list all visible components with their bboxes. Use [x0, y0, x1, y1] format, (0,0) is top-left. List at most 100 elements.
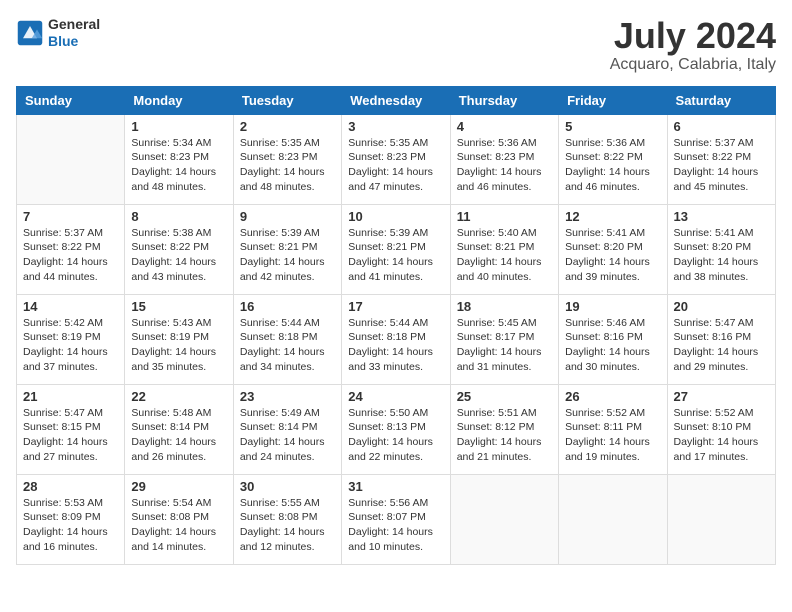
- day-info: Sunrise: 5:39 AM Sunset: 8:21 PM Dayligh…: [240, 226, 335, 285]
- month-title: July 2024: [610, 16, 776, 56]
- calendar-cell: 18 Sunrise: 5:45 AM Sunset: 8:17 PM Dayli…: [450, 294, 558, 384]
- logo-line1: General: [48, 16, 100, 33]
- day-number: 27: [674, 389, 769, 404]
- week-row-4: 21Sunrise: 5:47 AM Sunset: 8:15 PM Dayli…: [17, 384, 776, 474]
- location-title: Acquaro, Calabria, Italy: [610, 56, 776, 74]
- calendar-cell: 29 Sunrise: 5:54 AM Sunset: 8:08 PM Dayli…: [125, 474, 233, 564]
- day-info: Sunrise: 5:36 AM Sunset: 8:23 PM Dayligh…: [457, 136, 552, 195]
- day-number: 13: [674, 209, 769, 224]
- header-friday: Friday: [559, 86, 667, 114]
- day-number: 4: [457, 119, 552, 134]
- logo-line2: Blue: [48, 33, 100, 50]
- calendar-cell: 7Sunrise: 5:37 AM Sunset: 8:22 PM Daylig…: [17, 204, 125, 294]
- day-number: 29: [131, 479, 226, 494]
- week-row-2: 7Sunrise: 5:37 AM Sunset: 8:22 PM Daylig…: [17, 204, 776, 294]
- header-tuesday: Tuesday: [233, 86, 341, 114]
- calendar-cell: 27Sunrise: 5:52 AM Sunset: 8:10 PM Dayli…: [667, 384, 775, 474]
- calendar-cell: 9 Sunrise: 5:39 AM Sunset: 8:21 PM Daylig…: [233, 204, 341, 294]
- day-number: 19: [565, 299, 660, 314]
- day-number: 23: [240, 389, 335, 404]
- calendar-cell: [667, 474, 775, 564]
- day-number: 15: [131, 299, 226, 314]
- calendar-cell: 31 Sunrise: 5:56 AM Sunset: 8:07 PM Dayli…: [342, 474, 450, 564]
- calendar-cell: 3 Sunrise: 5:35 AM Sunset: 8:23 PM Daylig…: [342, 114, 450, 204]
- day-info: Sunrise: 5:51 AM Sunset: 8:12 PM Dayligh…: [457, 406, 552, 465]
- header-monday: Monday: [125, 86, 233, 114]
- day-number: 5: [565, 119, 660, 134]
- calendar-cell: 4 Sunrise: 5:36 AM Sunset: 8:23 PM Daylig…: [450, 114, 558, 204]
- day-number: 14: [23, 299, 118, 314]
- day-number: 6: [674, 119, 769, 134]
- day-number: 26: [565, 389, 660, 404]
- calendar-cell: 11 Sunrise: 5:40 AM Sunset: 8:21 PM Dayli…: [450, 204, 558, 294]
- day-info: Sunrise: 5:50 AM Sunset: 8:13 PM Dayligh…: [348, 406, 443, 465]
- calendar-cell: 2 Sunrise: 5:35 AM Sunset: 8:23 PM Daylig…: [233, 114, 341, 204]
- calendar-cell: 14 Sunrise: 5:42 AM Sunset: 8:19 PM Dayli…: [17, 294, 125, 384]
- day-number: 28: [23, 479, 118, 494]
- day-info: Sunrise: 5:43 AM Sunset: 8:19 PM Dayligh…: [131, 316, 226, 375]
- day-info: Sunrise: 5:36 AM Sunset: 8:22 PM Dayligh…: [565, 136, 660, 195]
- day-info: Sunrise: 5:56 AM Sunset: 8:07 PM Dayligh…: [348, 496, 443, 555]
- calendar-cell: 5 Sunrise: 5:36 AM Sunset: 8:22 PM Daylig…: [559, 114, 667, 204]
- day-number: 8: [131, 209, 226, 224]
- day-number: 12: [565, 209, 660, 224]
- week-row-3: 14 Sunrise: 5:42 AM Sunset: 8:19 PM Dayli…: [17, 294, 776, 384]
- day-info: Sunrise: 5:41 AM Sunset: 8:20 PM Dayligh…: [674, 226, 769, 285]
- week-row-1: 1Sunrise: 5:34 AM Sunset: 8:23 PM Daylig…: [17, 114, 776, 204]
- day-info: Sunrise: 5:39 AM Sunset: 8:21 PM Dayligh…: [348, 226, 443, 285]
- day-info: Sunrise: 5:35 AM Sunset: 8:23 PM Dayligh…: [348, 136, 443, 195]
- day-info: Sunrise: 5:35 AM Sunset: 8:23 PM Dayligh…: [240, 136, 335, 195]
- day-info: Sunrise: 5:49 AM Sunset: 8:14 PM Dayligh…: [240, 406, 335, 465]
- calendar-cell: 21Sunrise: 5:47 AM Sunset: 8:15 PM Dayli…: [17, 384, 125, 474]
- week-row-5: 28Sunrise: 5:53 AM Sunset: 8:09 PM Dayli…: [17, 474, 776, 564]
- day-info: Sunrise: 5:42 AM Sunset: 8:19 PM Dayligh…: [23, 316, 118, 375]
- day-info: Sunrise: 5:44 AM Sunset: 8:18 PM Dayligh…: [348, 316, 443, 375]
- calendar-cell: 13 Sunrise: 5:41 AM Sunset: 8:20 PM Dayli…: [667, 204, 775, 294]
- day-info: Sunrise: 5:45 AM Sunset: 8:17 PM Dayligh…: [457, 316, 552, 375]
- day-number: 2: [240, 119, 335, 134]
- day-info: Sunrise: 5:54 AM Sunset: 8:08 PM Dayligh…: [131, 496, 226, 555]
- title-area: July 2024 Acquaro, Calabria, Italy: [610, 16, 776, 74]
- day-number: 10: [348, 209, 443, 224]
- header-sunday: Sunday: [17, 86, 125, 114]
- day-info: Sunrise: 5:47 AM Sunset: 8:16 PM Dayligh…: [674, 316, 769, 375]
- logo-text: General Blue: [48, 16, 100, 50]
- day-number: 31: [348, 479, 443, 494]
- calendar-cell: 22Sunrise: 5:48 AM Sunset: 8:14 PM Dayli…: [125, 384, 233, 474]
- calendar-cell: 23 Sunrise: 5:49 AM Sunset: 8:14 PM Dayli…: [233, 384, 341, 474]
- calendar-cell: 12Sunrise: 5:41 AM Sunset: 8:20 PM Dayli…: [559, 204, 667, 294]
- day-info: Sunrise: 5:40 AM Sunset: 8:21 PM Dayligh…: [457, 226, 552, 285]
- calendar-header-row: SundayMondayTuesdayWednesdayThursdayFrid…: [17, 86, 776, 114]
- day-info: Sunrise: 5:48 AM Sunset: 8:14 PM Dayligh…: [131, 406, 226, 465]
- day-info: Sunrise: 5:46 AM Sunset: 8:16 PM Dayligh…: [565, 316, 660, 375]
- calendar-cell: [17, 114, 125, 204]
- header-thursday: Thursday: [450, 86, 558, 114]
- day-number: 9: [240, 209, 335, 224]
- day-info: Sunrise: 5:52 AM Sunset: 8:11 PM Dayligh…: [565, 406, 660, 465]
- calendar-cell: 10 Sunrise: 5:39 AM Sunset: 8:21 PM Dayli…: [342, 204, 450, 294]
- calendar-cell: [559, 474, 667, 564]
- day-number: 7: [23, 209, 118, 224]
- calendar-cell: 6 Sunrise: 5:37 AM Sunset: 8:22 PM Daylig…: [667, 114, 775, 204]
- calendar-cell: 20 Sunrise: 5:47 AM Sunset: 8:16 PM Dayli…: [667, 294, 775, 384]
- calendar-cell: 16Sunrise: 5:44 AM Sunset: 8:18 PM Dayli…: [233, 294, 341, 384]
- day-number: 17: [348, 299, 443, 314]
- day-info: Sunrise: 5:34 AM Sunset: 8:23 PM Dayligh…: [131, 136, 226, 195]
- day-number: 21: [23, 389, 118, 404]
- day-info: Sunrise: 5:55 AM Sunset: 8:08 PM Dayligh…: [240, 496, 335, 555]
- day-info: Sunrise: 5:37 AM Sunset: 8:22 PM Dayligh…: [674, 136, 769, 195]
- calendar-table: SundayMondayTuesdayWednesdayThursdayFrid…: [16, 86, 776, 565]
- day-number: 24: [348, 389, 443, 404]
- calendar-cell: 1Sunrise: 5:34 AM Sunset: 8:23 PM Daylig…: [125, 114, 233, 204]
- calendar-cell: 30Sunrise: 5:55 AM Sunset: 8:08 PM Dayli…: [233, 474, 341, 564]
- day-number: 20: [674, 299, 769, 314]
- logo: General Blue: [16, 16, 100, 50]
- day-info: Sunrise: 5:38 AM Sunset: 8:22 PM Dayligh…: [131, 226, 226, 285]
- day-number: 3: [348, 119, 443, 134]
- logo-icon: [16, 19, 44, 47]
- calendar-cell: 15 Sunrise: 5:43 AM Sunset: 8:19 PM Dayli…: [125, 294, 233, 384]
- header-saturday: Saturday: [667, 86, 775, 114]
- day-number: 11: [457, 209, 552, 224]
- day-number: 18: [457, 299, 552, 314]
- calendar-cell: 19 Sunrise: 5:46 AM Sunset: 8:16 PM Dayli…: [559, 294, 667, 384]
